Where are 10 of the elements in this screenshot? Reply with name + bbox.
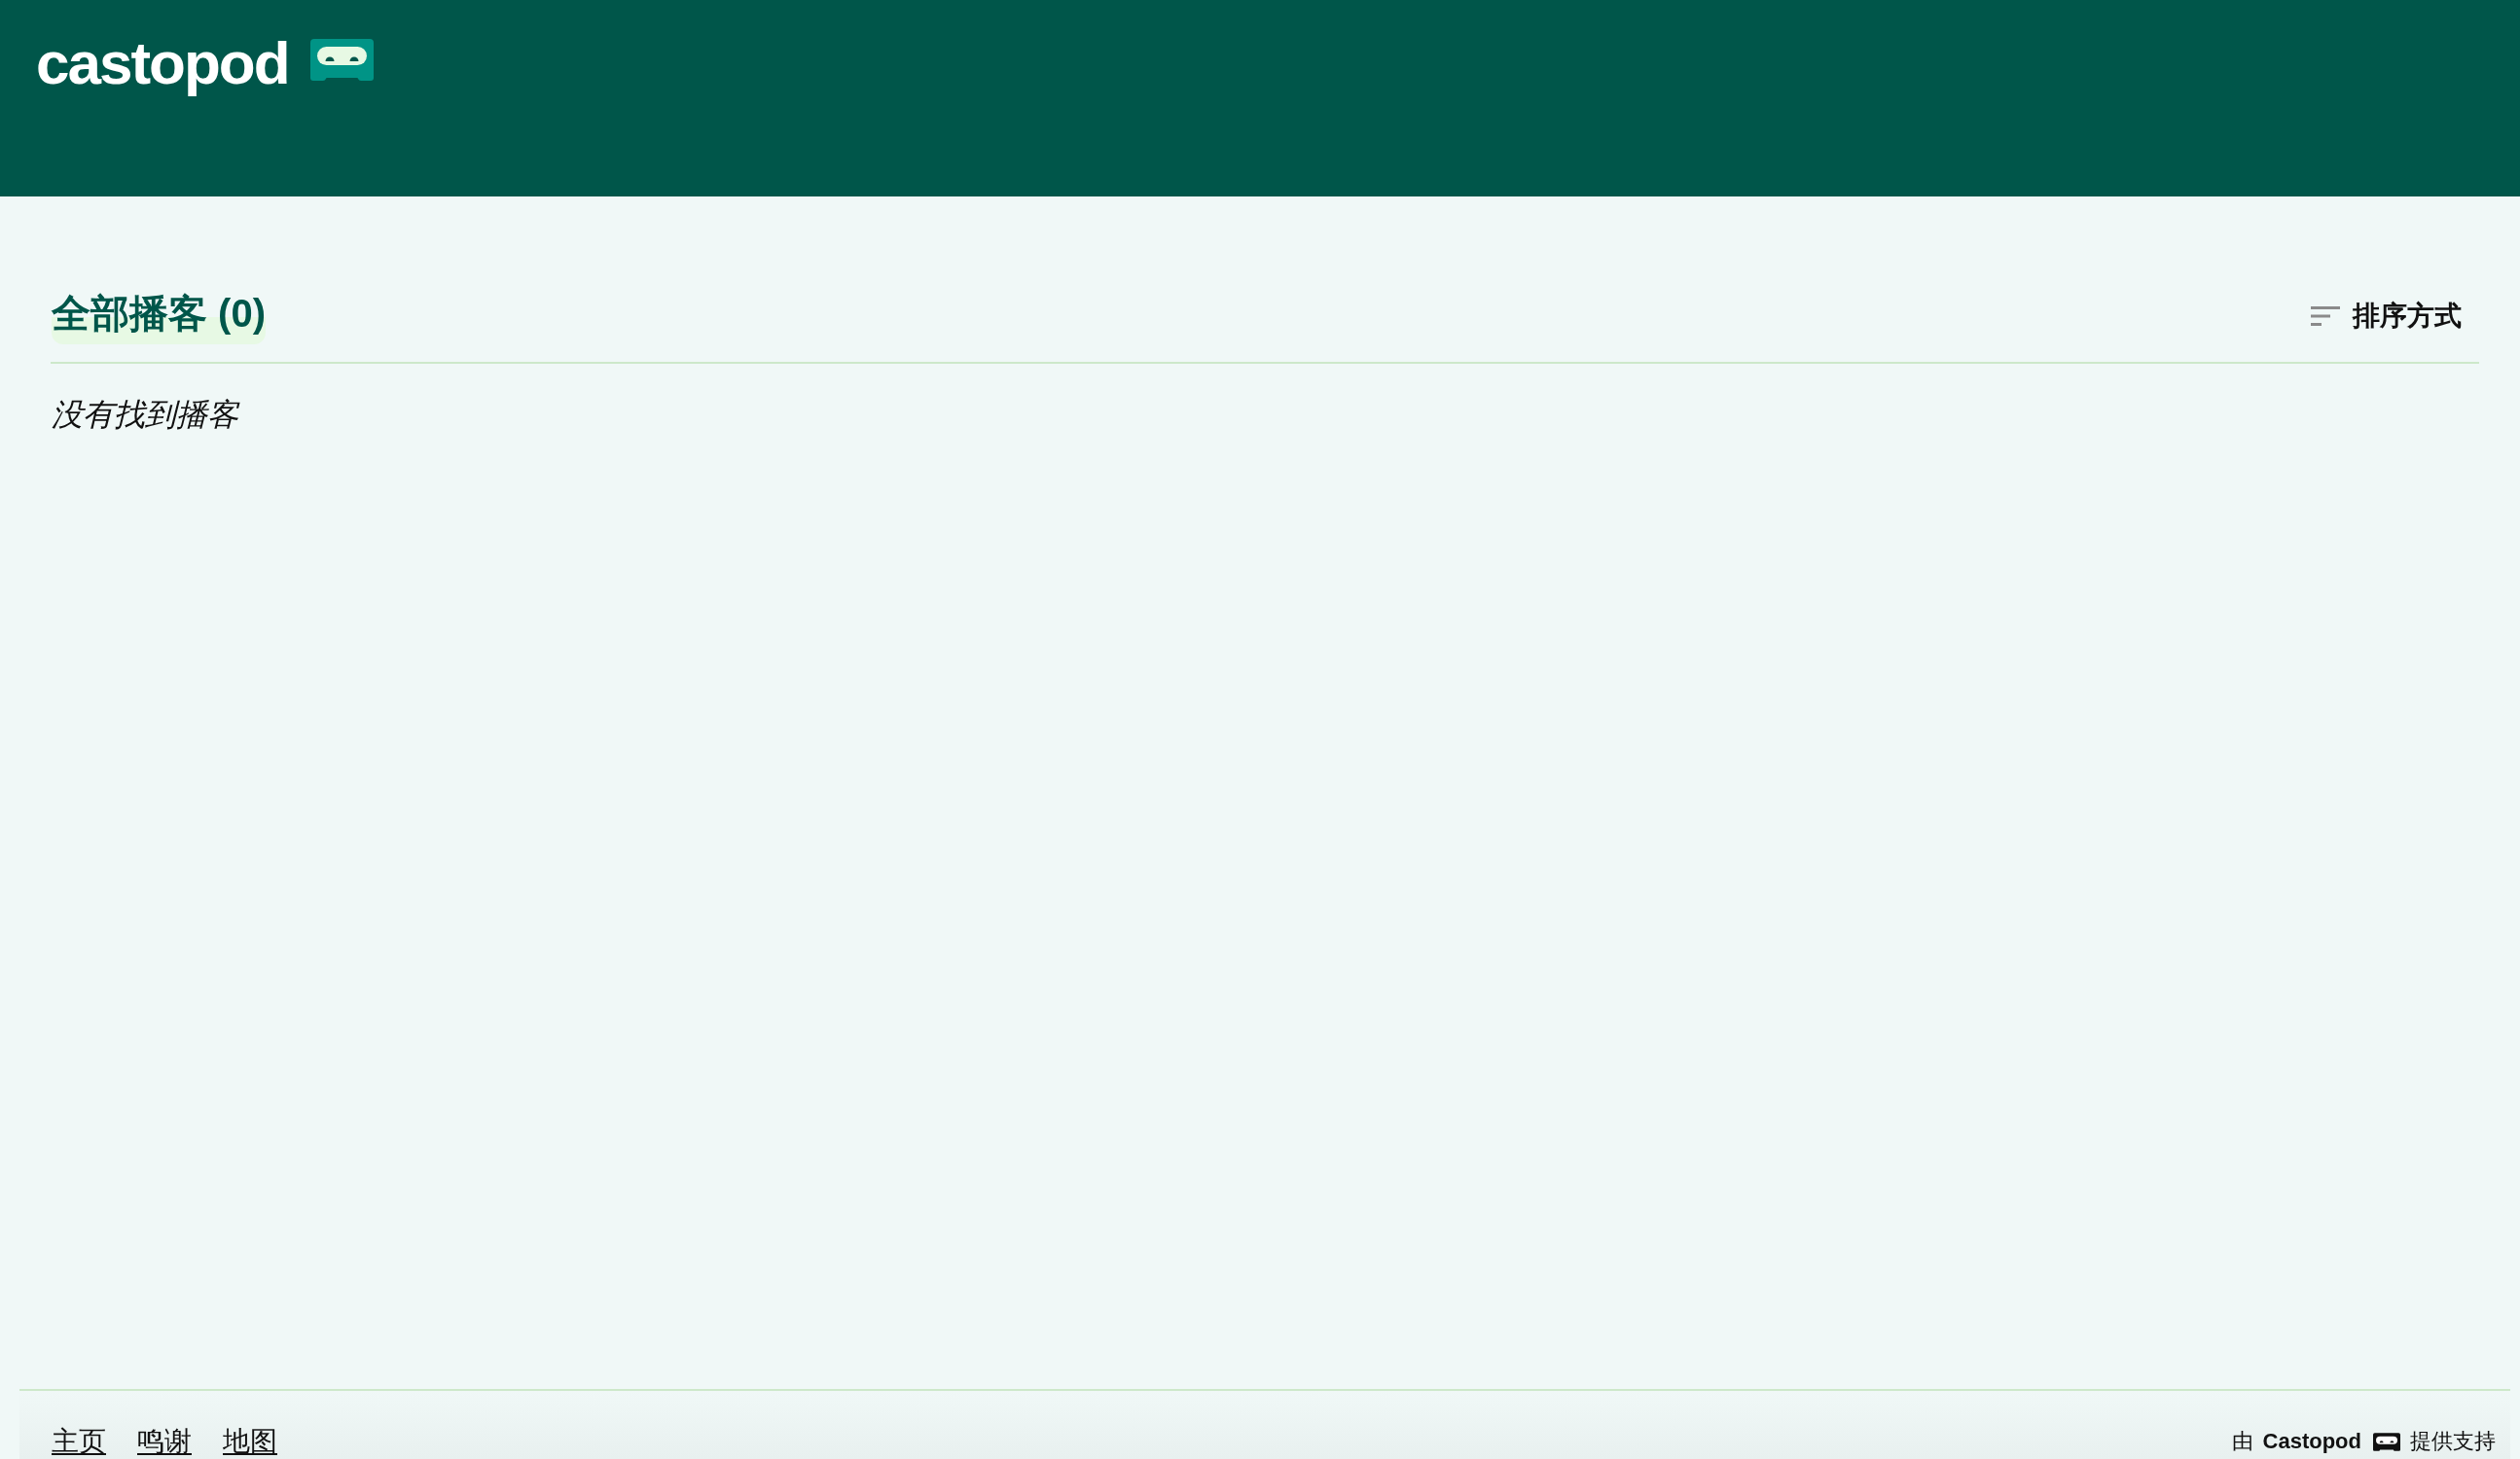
empty-message: 没有找到播客 xyxy=(52,396,241,434)
sort-icon xyxy=(2311,306,2340,326)
footer-link[interactable]: 鸣谢 xyxy=(137,1424,192,1459)
cassette-icon xyxy=(309,39,374,81)
castopod-link[interactable]: Castopod xyxy=(2262,1427,2400,1456)
footer-link[interactable]: 地图 xyxy=(223,1424,277,1459)
sort-button[interactable]: 排序方式 xyxy=(2301,292,2479,340)
powered-by-text: 由 Castopod 提供支持 xyxy=(2231,1427,2496,1456)
cassette-icon xyxy=(2373,1432,2400,1451)
footer-link[interactable]: 主页 xyxy=(52,1424,106,1459)
